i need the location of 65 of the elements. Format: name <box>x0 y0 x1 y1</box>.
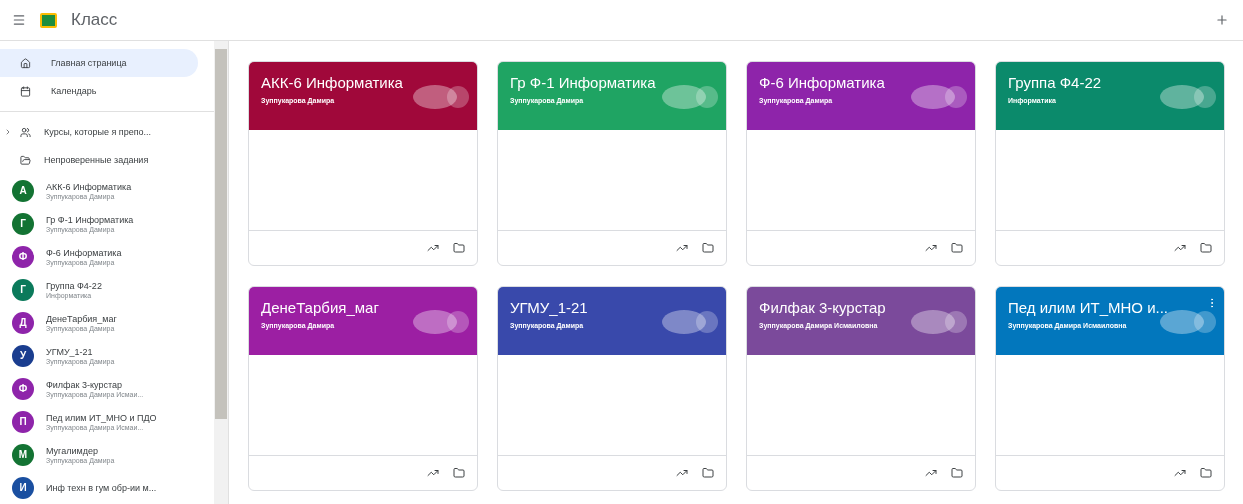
decoration-drawing <box>1160 84 1216 110</box>
course-name: Инф техн в гум обр-ии м... <box>46 482 157 493</box>
course-avatar: У <box>12 344 34 367</box>
card-title[interactable]: ДенеТарбия_маг <box>261 299 379 316</box>
course-name: УГМУ_1-21 <box>46 346 94 357</box>
folder-icon[interactable] <box>951 467 963 479</box>
folder-icon[interactable] <box>1200 242 1212 254</box>
folder-icon[interactable] <box>453 242 465 254</box>
trending-icon[interactable] <box>676 467 688 479</box>
course-avatar: Ф <box>12 245 34 268</box>
trending-icon[interactable] <box>676 242 688 254</box>
nav-item[interactable]: Непроверенные задания <box>0 146 198 174</box>
decoration-drawing <box>662 309 718 335</box>
nav-item[interactable]: Календарь <box>0 77 198 105</box>
decoration-drawing <box>413 84 469 110</box>
logo-icon <box>40 12 57 28</box>
nav-item[interactable]: Курсы, которые я препо... <box>0 118 198 146</box>
course-name: Мугалимдер <box>46 445 99 456</box>
folder-icon[interactable] <box>1200 467 1212 479</box>
folder-icon[interactable] <box>453 467 465 479</box>
course-name: Гр Ф-1 Информатика <box>46 214 134 225</box>
people-icon <box>20 126 31 138</box>
course-avatar: Г <box>12 278 34 301</box>
card-title[interactable]: УГМУ_1-21 <box>510 299 588 316</box>
decoration-drawing <box>662 84 718 110</box>
course-name: Пед илим ИТ_МНО и ПДО <box>46 412 157 423</box>
course-name: Группа Ф4-22 <box>46 280 102 291</box>
course-name: ДенеТарбия_маг <box>46 313 117 324</box>
folder-icon[interactable] <box>702 467 714 479</box>
menu-icon[interactable] <box>12 13 26 27</box>
card-title[interactable]: Ф-6 Информатика <box>759 74 885 91</box>
add-icon[interactable] <box>1215 13 1229 27</box>
card-title[interactable]: Филфак 3-курстар <box>759 299 886 316</box>
course-avatar: А <box>12 179 34 202</box>
folder-icon[interactable] <box>702 242 714 254</box>
folder-icon[interactable] <box>951 242 963 254</box>
course-avatar: П <box>12 410 34 433</box>
nav-item[interactable]: Главная страница <box>0 49 198 77</box>
trending-icon[interactable] <box>1174 467 1186 479</box>
card-title[interactable]: Пед илим ИТ_МНО и... <box>1008 299 1169 316</box>
caret-icon[interactable] <box>4 128 12 136</box>
course-avatar: Г <box>12 212 34 235</box>
course-avatar: Д <box>12 311 34 334</box>
card-title[interactable]: Группа Ф4-22 <box>1008 74 1102 91</box>
card-title[interactable]: АКК-6 Информатика <box>261 74 403 91</box>
trending-icon[interactable] <box>427 242 439 254</box>
course-item[interactable]: И Инф техн в гум обр-ии м... <box>0 471 214 504</box>
app-name: Класс <box>71 10 118 30</box>
course-avatar: М <box>12 443 34 466</box>
decoration-drawing <box>911 309 967 335</box>
folder-icon <box>20 154 31 166</box>
course-avatar: Ф <box>12 377 34 400</box>
course-avatar: И <box>12 476 34 499</box>
course-name: Филфак 3-курстар <box>46 379 123 390</box>
decoration-drawing <box>911 84 967 110</box>
trending-icon[interactable] <box>427 467 439 479</box>
decoration-drawing <box>413 309 469 335</box>
trending-icon[interactable] <box>925 467 937 479</box>
home-icon <box>20 57 31 69</box>
calendar-icon <box>20 85 31 97</box>
scrollbar[interactable] <box>214 41 229 504</box>
course-name: АКК-6 Информатика <box>46 181 132 192</box>
trending-icon[interactable] <box>1174 242 1186 254</box>
course-name: Ф-6 Информатика <box>46 247 122 258</box>
trending-icon[interactable] <box>925 242 937 254</box>
